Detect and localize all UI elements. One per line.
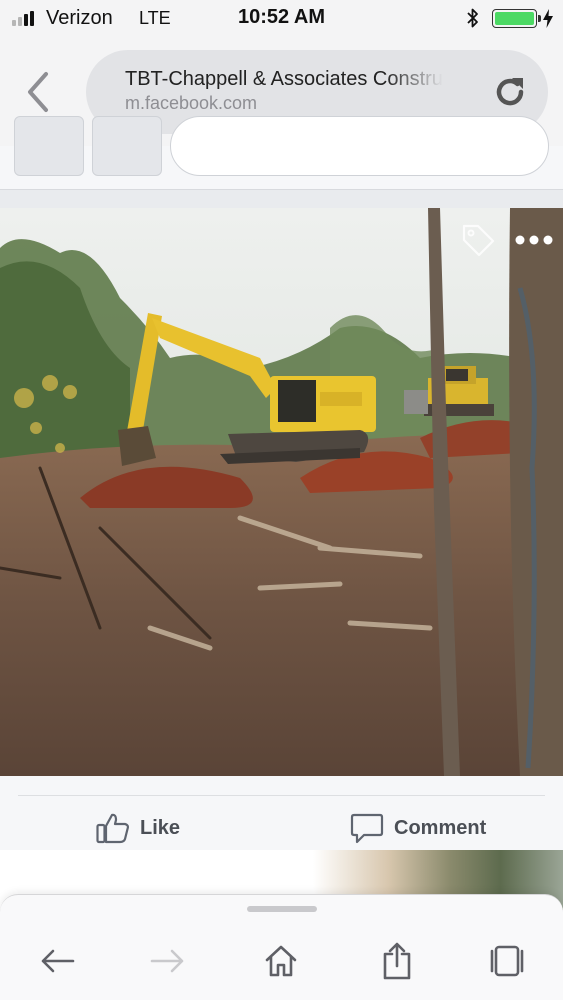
charging-bolt-icon xyxy=(543,9,553,28)
browser-toolbar xyxy=(0,894,563,1000)
thumbs-up-icon xyxy=(96,813,130,844)
tabs-icon[interactable] xyxy=(487,941,527,981)
camera-button[interactable] xyxy=(92,116,162,176)
back-arrow-icon[interactable] xyxy=(37,941,77,981)
comment-bubble-icon xyxy=(350,813,384,844)
comment-label: Comment xyxy=(394,816,487,839)
post-photo[interactable] xyxy=(0,208,563,776)
page-domain: m.facebook.com xyxy=(125,93,258,113)
construction-site-photo xyxy=(0,208,563,776)
page-title: TBT-Chappell & Associates Construction xyxy=(125,68,443,90)
home-icon[interactable] xyxy=(261,941,301,981)
more-options-icon[interactable] xyxy=(514,234,554,246)
previous-post-comment-row xyxy=(0,116,563,190)
battery-fill xyxy=(495,12,534,25)
bluetooth-icon xyxy=(467,8,478,28)
battery-icon xyxy=(492,9,541,28)
comment-input[interactable] xyxy=(170,116,549,176)
divider xyxy=(18,795,545,796)
mobile-browser-screen: Verizon LTE 10:52 AM TBT-Chappell & Asso… xyxy=(0,0,563,1000)
comment-button[interactable]: Comment xyxy=(350,812,486,844)
share-icon[interactable] xyxy=(377,941,417,981)
like-label: Like xyxy=(140,816,181,839)
chevron-left-icon[interactable] xyxy=(22,68,54,116)
toolbar-grabber[interactable] xyxy=(247,906,317,912)
tag-icon[interactable] xyxy=(460,222,496,258)
smiley-button[interactable] xyxy=(14,116,84,176)
forward-arrow-icon[interactable] xyxy=(148,941,188,981)
like-button[interactable]: Like xyxy=(96,812,180,844)
reload-icon[interactable] xyxy=(492,74,528,110)
status-bar: Verizon LTE 10:52 AM xyxy=(0,0,563,38)
